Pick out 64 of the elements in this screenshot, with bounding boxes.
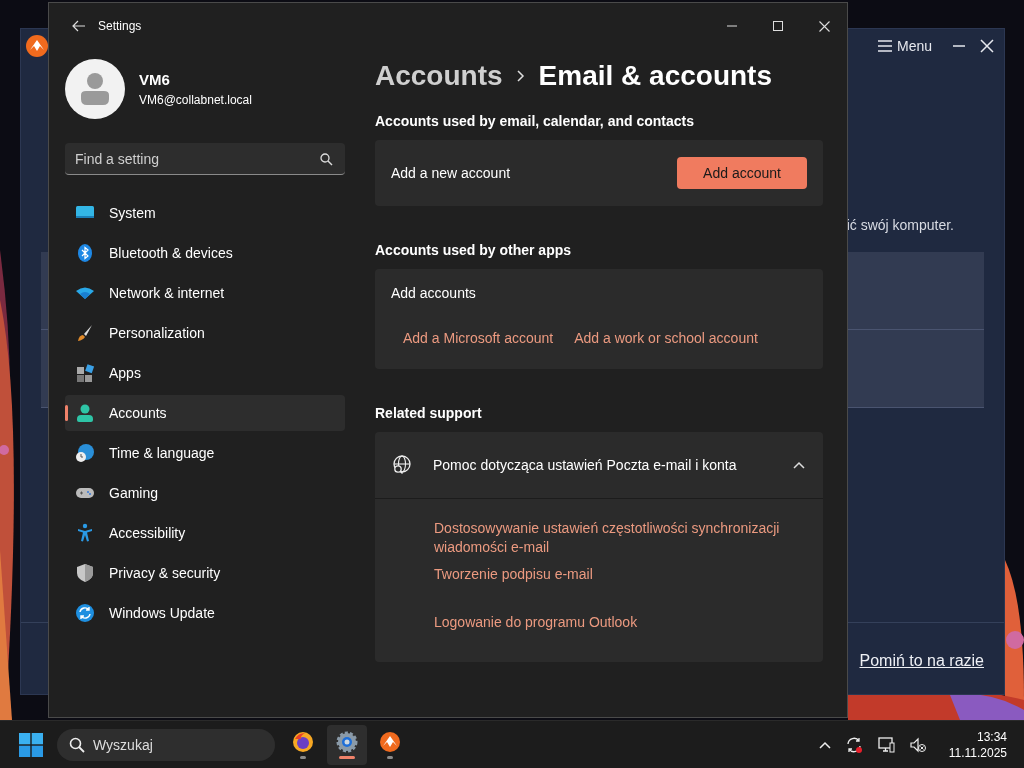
link[interactable]: Tworzenie podpisu e-mail bbox=[434, 565, 783, 584]
sidebar-item[interactable]: Accounts bbox=[65, 395, 345, 431]
clock-date: 11.11.2025 bbox=[948, 744, 1007, 761]
maximize-icon bbox=[773, 21, 783, 31]
speaker-muted-icon[interactable] bbox=[908, 735, 927, 754]
chevron-up-icon[interactable] bbox=[818, 740, 831, 749]
clock-time: 13:34 bbox=[975, 728, 1007, 745]
section-heading: Accounts used by email, calendar, and contacts bbox=[375, 112, 695, 131]
person-icon bbox=[75, 403, 95, 423]
link[interactable]: Dostosowywanie ustawień częstotliwości synchronizacji wiadomości e-mail bbox=[434, 519, 783, 557]
fox-globe-icon bbox=[292, 730, 314, 753]
taskbar-app-button[interactable] bbox=[326, 724, 367, 765]
shield-icon bbox=[75, 563, 95, 583]
section-heading: Related support bbox=[375, 404, 483, 423]
expander-title: Pomoc dotycząca ustawień Poczta e-mail i konta bbox=[433, 455, 737, 475]
network-icon[interactable] bbox=[876, 735, 895, 754]
link[interactable]: Add a work or school account bbox=[574, 328, 758, 349]
minimize-icon bbox=[727, 25, 737, 27]
accessibility-icon bbox=[75, 523, 95, 543]
taskbar-search[interactable]: Wyszukaj bbox=[57, 728, 275, 761]
sidebar-item[interactable]: Bluetooth & devices bbox=[65, 235, 345, 271]
search-icon[interactable] bbox=[69, 736, 85, 753]
link[interactable]: Add a Microsoft account bbox=[403, 328, 554, 349]
sync-icon bbox=[75, 603, 95, 623]
globe-clock-icon bbox=[75, 443, 95, 463]
setting-label: Add accounts bbox=[391, 284, 477, 303]
user-name: VM6 bbox=[139, 69, 171, 90]
sync-icon[interactable] bbox=[844, 735, 863, 754]
search-icon[interactable] bbox=[320, 153, 333, 166]
expander-header[interactable]: Pomoc dotycząca ustawień Poczta e-mail i konta bbox=[375, 432, 823, 499]
sidebar-item[interactable]: Accessibility bbox=[65, 515, 345, 551]
bluetooth-icon bbox=[75, 243, 95, 263]
gear-icon bbox=[335, 730, 358, 753]
globe-search-icon bbox=[391, 454, 413, 476]
skip-link[interactable]: Pomiń to na razie bbox=[859, 649, 984, 673]
setting-label: Add a new account bbox=[391, 163, 511, 183]
menu-button[interactable]: Menu bbox=[871, 34, 938, 58]
start-icon[interactable] bbox=[19, 732, 43, 757]
shield-logo-icon bbox=[25, 34, 49, 58]
add-account-button[interactable]: Add account bbox=[677, 157, 807, 189]
sidebar-item[interactable]: Gaming bbox=[65, 475, 345, 511]
page-title: Email & accounts bbox=[538, 59, 772, 93]
sidebar-item[interactable]: Network & internet bbox=[65, 275, 345, 311]
section-heading: Accounts used by other apps bbox=[375, 241, 573, 260]
close-icon[interactable] bbox=[980, 39, 994, 53]
shield-logo-icon bbox=[379, 730, 401, 753]
person-icon bbox=[78, 71, 112, 107]
sidebar-item[interactable]: Personalization bbox=[65, 315, 345, 351]
breadcrumb-link[interactable]: Accounts bbox=[375, 55, 503, 97]
sidebar-item[interactable]: Apps bbox=[65, 355, 345, 391]
description-text: ić swój komputer. bbox=[846, 217, 954, 233]
apps-icon bbox=[75, 363, 95, 383]
sidebar-item[interactable]: System bbox=[65, 195, 345, 231]
link[interactable]: Logowanie do programu Outlook bbox=[434, 613, 783, 632]
window-title: Settings bbox=[98, 18, 142, 35]
search-field[interactable]: Find a setting bbox=[65, 143, 345, 175]
close-icon bbox=[818, 20, 830, 32]
sidebar-item[interactable]: Time & language bbox=[65, 435, 345, 471]
menu-icon bbox=[877, 39, 894, 53]
chevron-right-icon bbox=[516, 70, 525, 82]
sidebar-item[interactable]: Windows Update bbox=[65, 595, 345, 631]
user-email: VM6@collabnet.local bbox=[139, 92, 252, 110]
back-arrow-icon bbox=[72, 20, 86, 32]
sidebar-item[interactable]: Privacy & security bbox=[65, 555, 345, 591]
